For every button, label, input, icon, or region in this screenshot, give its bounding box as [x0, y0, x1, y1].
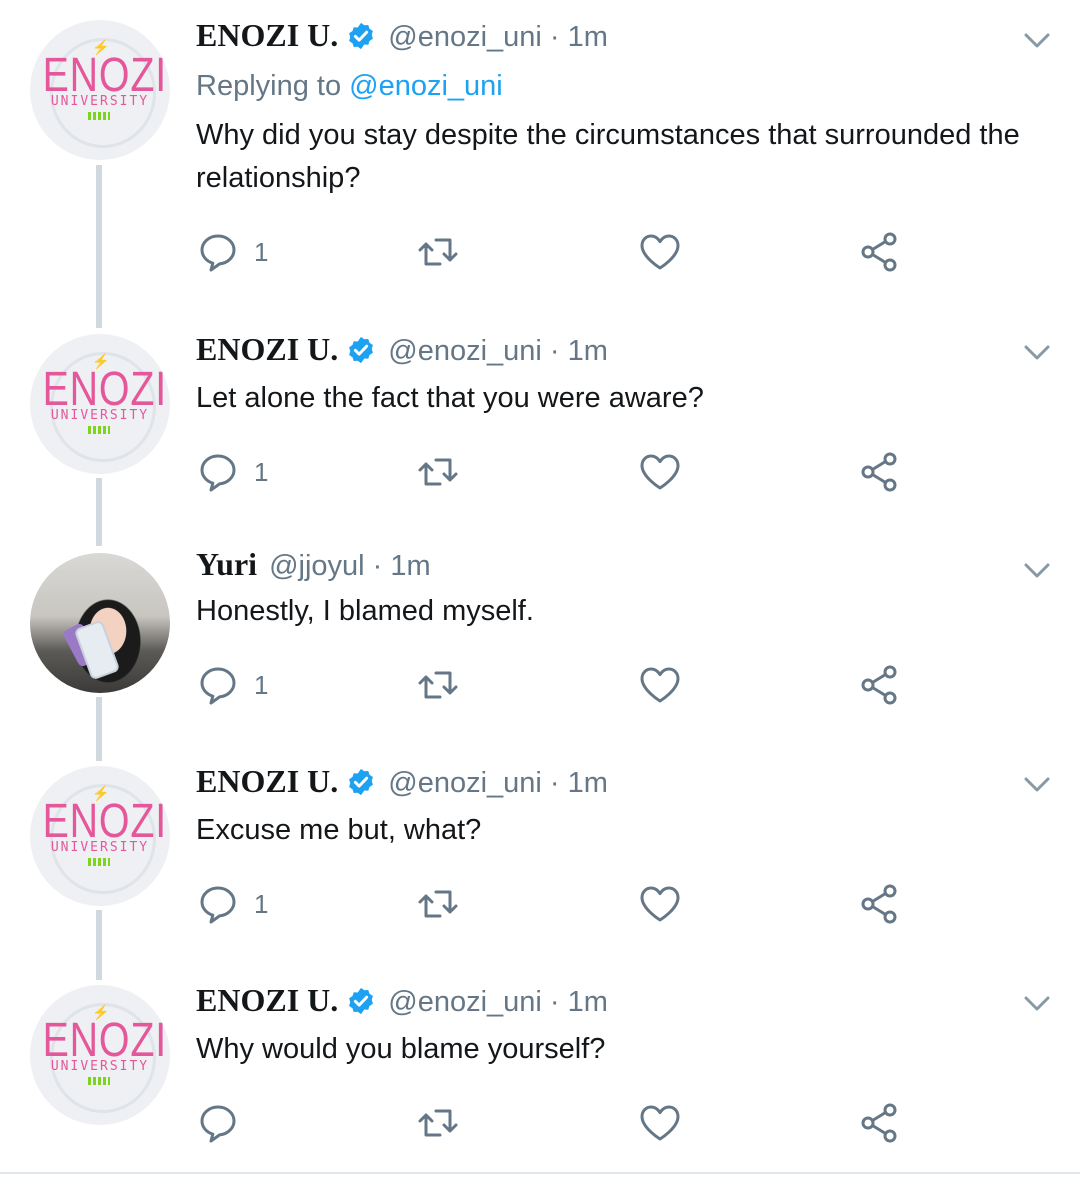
display-name[interactable]: ENOZI U. — [196, 763, 338, 800]
reply-icon — [200, 234, 236, 272]
share-icon — [861, 232, 897, 272]
display-name[interactable]: ENOZI U. — [196, 17, 338, 54]
like-icon — [640, 454, 680, 490]
verified-badge-icon — [346, 335, 376, 365]
share-button[interactable] — [858, 1101, 902, 1145]
display-name[interactable]: Yuri — [196, 546, 257, 583]
handle-and-time: @enozi_uni · 1m — [388, 335, 608, 367]
enozi-university-logo: ⚡ ENOZI UNIVERSITY — [30, 334, 170, 474]
tweet-text: Let alone the fact that you were aware? — [196, 382, 704, 414]
reply-button[interactable] — [196, 1101, 254, 1145]
like-button[interactable] — [638, 882, 682, 926]
reply-count: 1 — [254, 669, 269, 700]
tweet-actions: 1 — [196, 882, 916, 932]
chevron-down-icon[interactable] — [1024, 562, 1050, 580]
like-icon — [640, 234, 680, 270]
user-photo — [30, 553, 170, 693]
divider — [0, 1172, 1080, 1174]
reply-icon — [200, 667, 236, 705]
enozi-university-logo: ⚡ ENOZI UNIVERSITY — [30, 20, 170, 160]
like-icon — [640, 1105, 680, 1141]
avatar[interactable]: ⚡ ENOZI UNIVERSITY — [30, 20, 170, 160]
retweet-button[interactable] — [416, 882, 460, 926]
like-button[interactable] — [638, 450, 682, 494]
like-button[interactable] — [638, 230, 682, 274]
enozi-university-logo: ⚡ ENOZI UNIVERSITY — [30, 766, 170, 906]
verified-badge-icon — [346, 986, 376, 1016]
tweet-text: Why would you blame yourself? — [196, 1033, 606, 1065]
retweet-icon — [418, 890, 458, 918]
chevron-down-icon[interactable] — [1024, 776, 1050, 794]
thread-line — [96, 910, 102, 980]
avatar[interactable]: ⚡ ENOZI UNIVERSITY — [30, 334, 170, 474]
share-icon — [861, 452, 897, 492]
avatar[interactable] — [30, 553, 170, 693]
tweet-text: Why did you stay despite the circumstanc… — [196, 119, 1020, 194]
like-icon — [640, 886, 680, 922]
chevron-down-icon[interactable] — [1024, 32, 1050, 50]
handle-and-time: @enozi_uni · 1m — [388, 21, 608, 53]
like-icon — [640, 667, 680, 703]
retweet-icon — [418, 1109, 458, 1137]
reply-icon — [200, 886, 236, 924]
tweet-actions — [196, 1101, 916, 1151]
retweet-button[interactable] — [416, 450, 460, 494]
avatar[interactable]: ⚡ ENOZI UNIVERSITY — [30, 985, 170, 1125]
enozi-university-logo: ⚡ ENOZI UNIVERSITY — [30, 985, 170, 1125]
tweet-actions: 1 — [196, 663, 916, 713]
share-button[interactable] — [858, 450, 902, 494]
display-name[interactable]: ENOZI U. — [196, 982, 338, 1019]
reply-count: 1 — [254, 456, 269, 487]
like-button[interactable] — [638, 1101, 682, 1145]
reply-icon — [200, 1105, 236, 1143]
retweet-button[interactable] — [416, 230, 460, 274]
retweet-button[interactable] — [416, 1101, 460, 1145]
tweet-text: Excuse me but, what? — [196, 814, 482, 846]
reply-button[interactable]: 1 — [196, 230, 268, 274]
reply-button[interactable]: 1 — [196, 663, 268, 707]
chevron-down-icon[interactable] — [1024, 995, 1050, 1013]
handle-and-time: @enozi_uni · 1m — [388, 986, 608, 1018]
retweet-icon — [418, 671, 458, 699]
share-icon — [861, 884, 897, 924]
handle-and-time: @jjoyul · 1m — [269, 550, 431, 582]
avatar[interactable]: ⚡ ENOZI UNIVERSITY — [30, 766, 170, 906]
share-icon — [861, 665, 897, 705]
handle-and-time: @enozi_uni · 1m — [388, 767, 608, 799]
thread-line — [96, 478, 102, 546]
reply-count: 1 — [254, 888, 269, 919]
verified-badge-icon — [346, 767, 376, 797]
reply-mention-link[interactable]: @enozi_uni — [349, 70, 503, 102]
replying-to: Replying to @enozi_uni — [196, 70, 503, 102]
reply-icon — [200, 454, 236, 492]
share-button[interactable] — [858, 882, 902, 926]
thread-line — [96, 165, 102, 328]
display-name[interactable]: ENOZI U. — [196, 331, 338, 368]
tweet-text: Honestly, I blamed myself. — [196, 595, 534, 627]
like-button[interactable] — [638, 663, 682, 707]
verified-badge-icon — [346, 21, 376, 51]
retweet-icon — [418, 458, 458, 486]
reply-button[interactable]: 1 — [196, 882, 268, 926]
share-icon — [861, 1103, 897, 1143]
tweet-actions: 1 — [196, 450, 916, 500]
share-button[interactable] — [858, 230, 902, 274]
retweet-button[interactable] — [416, 663, 460, 707]
chevron-down-icon[interactable] — [1024, 344, 1050, 362]
reply-count: 1 — [254, 236, 269, 267]
share-button[interactable] — [858, 663, 902, 707]
retweet-icon — [418, 238, 458, 266]
reply-button[interactable]: 1 — [196, 450, 268, 494]
tweet-actions: 1 — [196, 230, 916, 280]
thread-line — [96, 697, 102, 761]
